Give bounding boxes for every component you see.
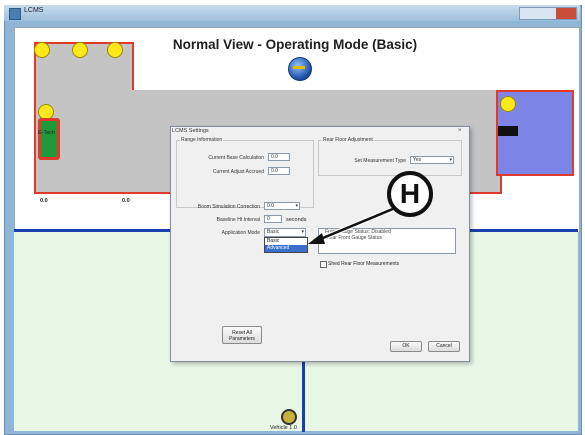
callout-arrow	[308, 203, 401, 244]
arrow-head-icon	[308, 233, 325, 244]
callout-h: H	[387, 171, 433, 217]
